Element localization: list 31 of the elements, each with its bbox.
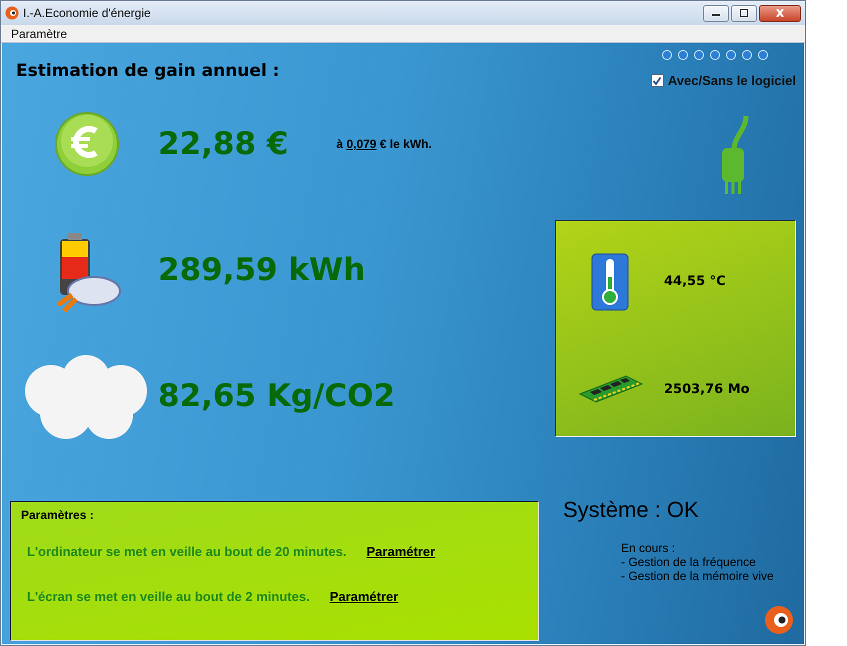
rate-link[interactable]: 0,079 [346,137,376,151]
system-status: Système : OK [563,497,700,523]
configure-link[interactable]: Paramétrer [330,589,398,604]
euro-coin-icon [54,111,120,177]
status-line: - Gestion de la mémoire vive [621,569,775,583]
close-button[interactable] [759,4,801,22]
setting-text: L'écran se met en veille au bout de 2 minutes. [27,589,310,604]
settings-title: Paramètres : [21,508,95,522]
heading: Estimation de gain annuel : [16,61,280,81]
close-icon [775,9,785,17]
app-logo-icon [764,605,794,635]
menu-item[interactable]: Paramètre [7,26,72,40]
stat-value: 82,65 Kg/CO2 [158,378,396,414]
sensor-value: 2503,76 Mo [664,382,750,397]
rate-text: à 0,079 € le kWh. [336,137,432,151]
status-line: - Gestion de la fréquence [621,555,757,569]
memory-module-icon [576,374,644,404]
maximize-button[interactable] [731,4,757,22]
configure-link[interactable]: Paramétrer [366,544,436,559]
app-logo-icon [5,6,19,20]
minimize-button[interactable] [703,4,729,22]
stat-value: 22,88 € [158,126,288,162]
status-line: En cours : [621,541,676,555]
sensor-value: 44,55 °C [664,274,726,290]
software-checkbox[interactable]: Avec/Sans le logiciel [650,73,796,88]
check-icon [652,76,662,86]
setting-text: L'ordinateur se met en veille au bout de 20 minutes. [27,544,347,559]
thermometer-icon [591,252,629,311]
maximize-icon [739,9,749,17]
window-title: I.-A.Economie d'énergie [23,6,152,20]
stat-value: 289,59 kWh [158,252,366,288]
